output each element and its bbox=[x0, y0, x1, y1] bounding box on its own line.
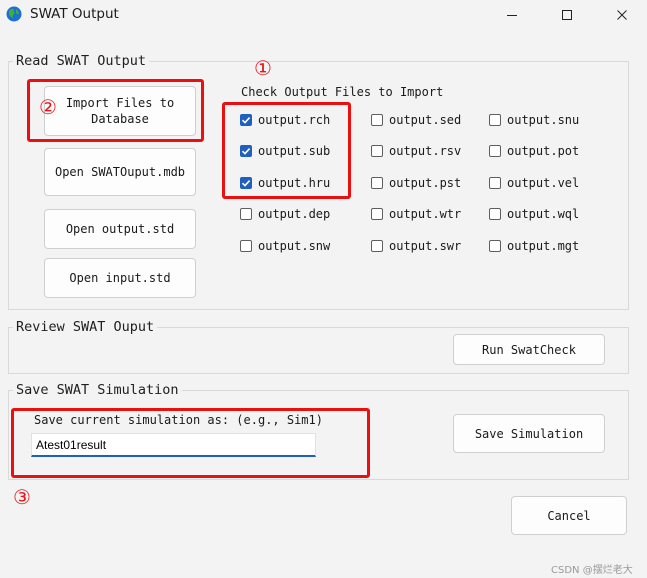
close-icon bbox=[617, 10, 627, 20]
checkbox-empty-icon bbox=[371, 240, 383, 252]
checkbox-output-snu[interactable]: output.snu bbox=[489, 112, 579, 128]
checkbox-empty-icon bbox=[371, 145, 383, 157]
maximize-icon bbox=[562, 10, 572, 20]
checkbox-output-snw[interactable]: output.snw bbox=[240, 238, 330, 254]
annotation-number-3: ③ bbox=[13, 485, 31, 509]
minimize-button[interactable] bbox=[489, 0, 535, 30]
annotation-box-checkboxes bbox=[222, 102, 351, 199]
close-button[interactable] bbox=[599, 0, 645, 30]
open-mdb-button[interactable]: Open SWATOuput.mdb bbox=[44, 148, 196, 196]
check-files-heading: Check Output Files to Import bbox=[241, 85, 444, 99]
checkbox-output-wtr[interactable]: output.wtr bbox=[371, 206, 461, 222]
checkbox-label: output.snw bbox=[258, 239, 331, 253]
checkbox-output-swr[interactable]: output.swr bbox=[371, 238, 461, 254]
annotation-box-save bbox=[11, 408, 370, 478]
checkbox-label: output.pot bbox=[507, 144, 580, 158]
checkbox-label: output.rsv bbox=[389, 144, 462, 158]
checkbox-empty-icon bbox=[371, 208, 383, 220]
window-title: SWAT Output bbox=[30, 6, 119, 22]
checkbox-label: output.wql bbox=[507, 207, 580, 221]
checkbox-label: output.pst bbox=[389, 176, 462, 190]
checkbox-empty-icon bbox=[240, 208, 252, 220]
checkbox-label: output.snu bbox=[507, 113, 580, 127]
checkbox-empty-icon bbox=[489, 240, 501, 252]
checkbox-label: output.vel bbox=[507, 176, 580, 190]
checkbox-empty-icon bbox=[489, 208, 501, 220]
save-simulation-button[interactable]: Save Simulation bbox=[453, 414, 605, 453]
checkbox-output-wql[interactable]: output.wql bbox=[489, 206, 579, 222]
open-input-std-button[interactable]: Open input.std bbox=[44, 258, 196, 298]
checkbox-output-pot[interactable]: output.pot bbox=[489, 143, 579, 159]
read-output-legend: Read SWAT Output bbox=[13, 53, 150, 69]
minimize-icon bbox=[507, 15, 517, 16]
checkbox-output-rsv[interactable]: output.rsv bbox=[371, 143, 461, 159]
save-simulation-legend: Save SWAT Simulation bbox=[13, 382, 182, 398]
checkbox-empty-icon bbox=[489, 145, 501, 157]
checkbox-empty-icon bbox=[240, 240, 252, 252]
globe-app-icon bbox=[6, 6, 22, 22]
checkbox-label: output.swr bbox=[389, 239, 462, 253]
checkbox-output-dep[interactable]: output.dep bbox=[240, 206, 330, 222]
checkbox-output-mgt[interactable]: output.mgt bbox=[489, 238, 579, 254]
checkbox-output-pst[interactable]: output.pst bbox=[371, 175, 461, 191]
open-output-std-button[interactable]: Open output.std bbox=[44, 209, 196, 249]
checkbox-label: output.mgt bbox=[507, 239, 580, 253]
checkbox-empty-icon bbox=[371, 114, 383, 126]
checkbox-label: output.sed bbox=[389, 113, 462, 127]
cancel-button[interactable]: Cancel bbox=[511, 496, 627, 535]
checkbox-label: output.dep bbox=[258, 207, 331, 221]
checkbox-empty-icon bbox=[489, 177, 501, 189]
maximize-button[interactable] bbox=[544, 0, 590, 30]
checkbox-empty-icon bbox=[371, 177, 383, 189]
annotation-number-1: ① bbox=[254, 56, 272, 80]
checkbox-output-vel[interactable]: output.vel bbox=[489, 175, 579, 191]
checkbox-label: output.wtr bbox=[389, 207, 462, 221]
checkbox-output-sed[interactable]: output.sed bbox=[371, 112, 461, 128]
run-swatcheck-button[interactable]: Run SwatCheck bbox=[453, 334, 605, 365]
review-output-legend: Review SWAT Ouput bbox=[13, 319, 158, 335]
annotation-number-2: ② bbox=[39, 95, 57, 119]
watermark-text: CSDN @摆烂老大 bbox=[551, 565, 633, 576]
checkbox-empty-icon bbox=[489, 114, 501, 126]
